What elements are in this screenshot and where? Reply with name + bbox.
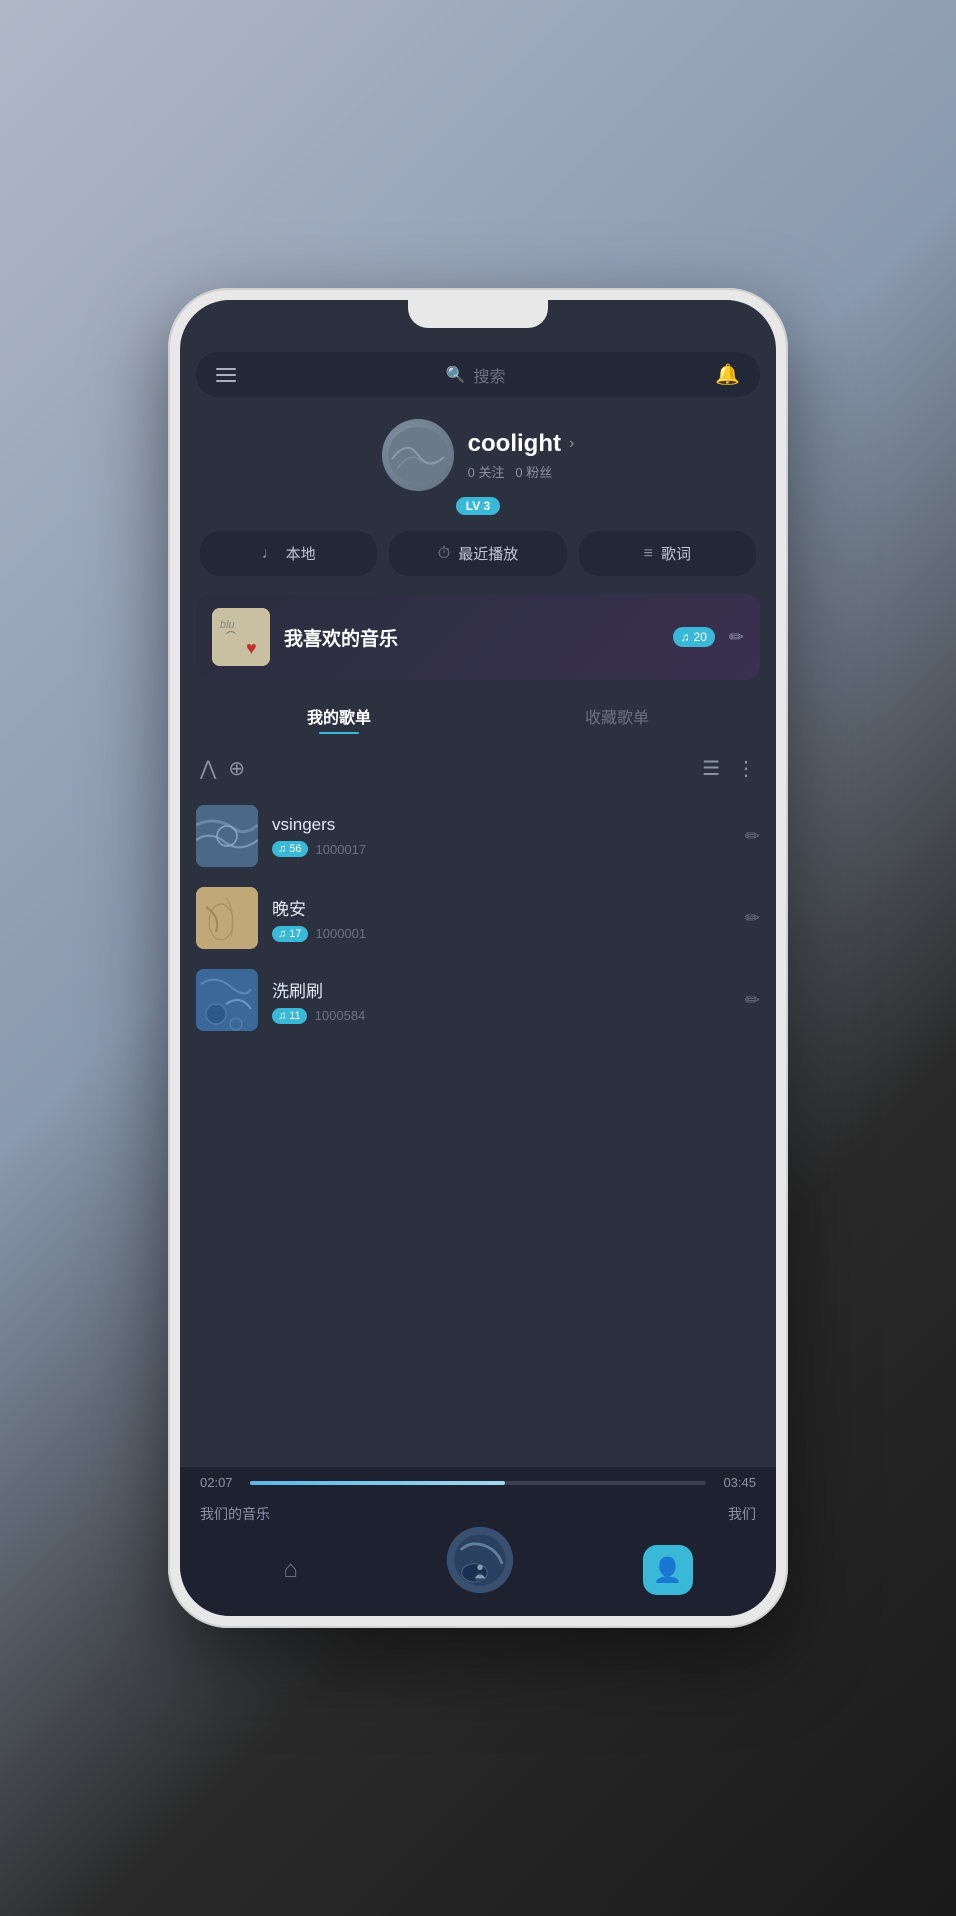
tab-collected[interactable]: 收藏歌单 [478,696,756,742]
playlist-info-2: 晚安 ♫ 17 1000001 [272,895,731,942]
menu-button[interactable] [216,368,236,382]
favorite-count: 20 [694,630,707,644]
home-icon: ⌂ [283,1556,298,1584]
quick-actions: ♩ 本地 ⏱ 最近播放 ≡ 歌词 [180,531,776,576]
menu-line-3 [216,380,236,382]
toolbar-right: ☰ ⋮ [702,756,756,781]
search-center[interactable]: 🔍 搜索 [246,363,705,387]
music-note-icon-badge: ♫ [681,630,690,644]
playlist-count-badge-1: ♫ 56 [272,841,308,857]
playlist-id-2: 1000001 [316,926,367,941]
playlist-count-badge-2: ♫ 17 [272,926,308,942]
note-icon-1: ♫ [278,843,286,855]
playlist-meta-1: ♫ 56 1000017 [272,841,731,857]
playlist-edit-button-1[interactable]: ✏ [745,826,760,847]
username-row: coolight › [468,430,575,458]
list-item[interactable]: 晚安 ♫ 17 1000001 ✏ [196,877,760,959]
tabs-row: 我的歌单 收藏歌单 [180,696,776,742]
mini-player[interactable]: 02:07 03:45 [180,1467,776,1496]
playlist-name-1: vsingers [272,815,731,835]
profile-chevron-icon[interactable]: › [569,435,574,453]
phone-frame: 🔍 搜索 🔔 cool [168,288,788,1628]
playlist-cover-3 [196,969,258,1031]
svg-text:⌒: ⌒ [226,631,236,643]
note-icon-2: ♫ [278,928,286,940]
lyrics-icon: ≡ [644,545,653,563]
menu-line-1 [216,368,236,370]
song-title: 我们的音乐 [200,1504,270,1524]
avatar-inner [382,419,454,491]
total-time: 03:45 [716,1475,756,1490]
current-time: 02:07 [200,1475,240,1490]
favorite-cover: blu ⌒ ♥ [212,608,270,666]
search-placeholder: 搜索 [474,363,506,387]
search-icon: 🔍 [446,365,466,385]
svg-text:blu: blu [220,619,235,631]
playlist-edit-button-2[interactable]: ✏ [745,908,760,929]
clock-icon: ⏱ [438,545,450,563]
list-toolbar: ⋀ ⊕ ☰ ⋮ [180,756,776,781]
nav-profile-button[interactable]: 👤 [643,1545,693,1595]
playlist-cover-2 [196,887,258,949]
playlist-edit-button-3[interactable]: ✏ [745,990,760,1011]
playlist-id-1: 1000017 [316,842,367,857]
menu-line-2 [216,374,236,376]
more-icon[interactable]: ⋮ [736,756,756,781]
username: coolight [468,430,561,458]
playlist-name-3: 洗刷刷 [272,977,731,1002]
profile-section: coolight › 0 关注 0 粉丝 LV 3 [180,409,776,531]
playlist-cover-1 [196,805,258,867]
playlist-info-3: 洗刷刷 ♫ 11 1000584 [272,977,731,1024]
notch [408,300,548,328]
sort-up-icon[interactable]: ⋀ [200,756,216,781]
nav-now-playing[interactable] [444,1524,516,1596]
note-icon-3: ♫ [278,1010,286,1022]
person-icon: 👤 [653,1556,683,1585]
add-playlist-icon[interactable]: ⊕ [228,756,245,781]
list-item[interactable]: vsingers ♫ 56 1000017 ✏ [196,795,760,877]
lyrics-button[interactable]: ≡ 歌词 [579,531,756,576]
tab-collected-label: 收藏歌单 [585,710,649,727]
bottom-nav: ⌂ 👤 [180,1544,776,1616]
filter-icon[interactable]: ☰ [702,756,720,781]
favorite-card[interactable]: blu ⌒ ♥ 我喜欢的音乐 ♫ 20 ✏ [196,594,760,680]
music-note-icon: ♩ [262,545,278,563]
playlist-meta-3: ♫ 11 1000584 [272,1008,731,1024]
tab-my-playlist-label: 我的歌单 [307,710,371,727]
followers-text: 0 关注 0 粉丝 [468,462,575,481]
playlist-meta-2: ♫ 17 1000001 [272,926,731,942]
profile-info: coolight › 0 关注 0 粉丝 [468,430,575,481]
favorite-count-badge: ♫ 20 [673,627,715,647]
tab-underline [319,732,359,734]
playlist-count-badge-3: ♫ 11 [272,1008,307,1024]
local-label: 本地 [286,543,316,564]
favorite-edit-button[interactable]: ✏ [729,627,744,648]
level-badge: LV 3 [456,497,500,515]
list-item[interactable]: 洗刷刷 ♫ 11 1000584 ✏ [196,959,760,1041]
playlist-id-3: 1000584 [315,1008,366,1023]
avatar[interactable] [382,419,454,491]
recent-label: 最近播放 [458,543,518,564]
favorite-title: 我喜欢的音乐 [284,624,659,651]
local-button[interactable]: ♩ 本地 [200,531,377,576]
profile-row: coolight › 0 关注 0 粉丝 [382,419,575,491]
now-playing-cover [447,1527,513,1593]
playlist-name-2: 晚安 [272,895,731,920]
progress-bar[interactable] [250,1481,706,1485]
bell-icon[interactable]: 🔔 [715,362,740,387]
artist-name: 我们 [728,1504,756,1524]
lyrics-label: 歌词 [661,543,691,564]
tab-my-playlist[interactable]: 我的歌单 [200,696,478,742]
nav-home[interactable]: ⌂ [263,1552,318,1588]
recent-play-button[interactable]: ⏱ 最近播放 [389,531,566,576]
progress-fill [250,1481,505,1485]
favorite-cover-inner: blu ⌒ ♥ [212,608,270,666]
playlist-list: vsingers ♫ 56 1000017 ✏ [180,795,776,1467]
phone-screen: 🔍 搜索 🔔 cool [180,300,776,1616]
search-bar[interactable]: 🔍 搜索 🔔 [196,352,760,397]
svg-text:♥: ♥ [246,638,257,658]
playlist-info-1: vsingers ♫ 56 1000017 [272,815,731,857]
